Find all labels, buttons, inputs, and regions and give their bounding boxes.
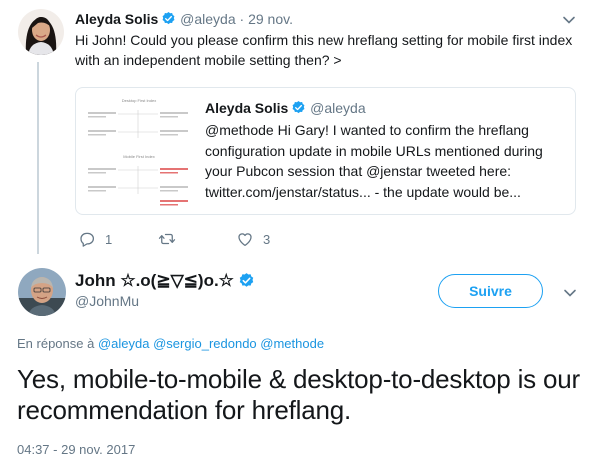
chevron-down-icon[interactable] [563, 286, 577, 300]
verified-badge-icon [239, 273, 254, 287]
quoted-tweet-header: Aleyda Solis @aleyda [205, 99, 366, 117]
verified-badge-icon [292, 100, 305, 114]
tweet-time[interactable]: 29 nov. [248, 11, 293, 27]
chevron-down-icon[interactable] [562, 13, 576, 27]
author-name[interactable]: Aleyda Solis [75, 11, 158, 27]
main-author-name-row: John ☆.o(≧▽≦)o.☆ [75, 270, 255, 292]
author-handle[interactable]: @JohnMu [75, 293, 139, 309]
separator: · [239, 11, 245, 27]
reply-prefix: En réponse à [17, 336, 95, 351]
like-button[interactable]: 3 [236, 229, 270, 249]
quoted-author-handle: @aleyda [310, 100, 366, 116]
retweet-icon [158, 233, 176, 245]
reply-icon [80, 232, 95, 247]
main-tweet-text: Yes, mobile-to-mobile & desktop-to-deskt… [17, 364, 580, 425]
media-title-mobile: Mobile First Index [123, 154, 155, 159]
mention-link[interactable]: @aleyda [98, 336, 150, 351]
quoted-tweet-text: @methode Hi Gary! I wanted to confirm th… [205, 122, 543, 200]
reply-context: En réponse à @aleyda @sergio_redondo @me… [17, 336, 324, 351]
reply-button[interactable]: 1 [78, 229, 112, 249]
follow-button[interactable]: Suivre [438, 274, 543, 308]
author-handle[interactable]: @aleyda [180, 11, 235, 27]
mention-link[interactable]: @sergio_redondo [153, 336, 257, 351]
quoted-tweet[interactable]: Desktop First Index Mobile First Index A… [75, 87, 576, 215]
quoted-author-name: Aleyda Solis [205, 100, 289, 116]
like-count: 3 [263, 231, 271, 247]
media-title-desktop: Desktop First Index [122, 98, 156, 103]
reply-count: 1 [105, 231, 113, 247]
avatar-aleyda[interactable] [18, 9, 64, 55]
avatar-johnmu[interactable] [18, 268, 66, 316]
parent-tweet-text: Hi John! Could you please confirm this n… [75, 32, 573, 68]
tweet-timestamp[interactable]: 04:37 - 29 nov. 2017 [17, 442, 135, 457]
parent-tweet-header: Aleyda Solis @aleyda · 29 nov. [75, 10, 293, 28]
quoted-tweet-media: Desktop First Index Mobile First Index [80, 90, 198, 212]
retweet-button[interactable] [158, 229, 185, 249]
verified-badge-icon [162, 11, 175, 25]
author-name[interactable]: John ☆.o(≧▽≦)o.☆ [75, 271, 234, 290]
mention-link[interactable]: @methode [260, 336, 324, 351]
like-icon [238, 233, 252, 247]
thread-connector [37, 62, 39, 254]
